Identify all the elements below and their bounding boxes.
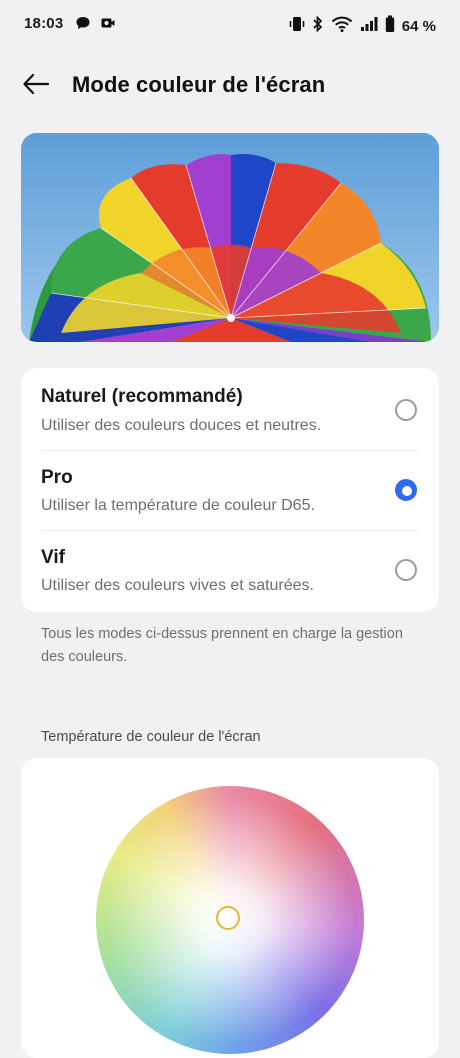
- battery-percent: 64 %: [401, 18, 436, 35]
- option-subtitle: Utiliser des couleurs douces et neutres.: [41, 417, 322, 434]
- back-button[interactable]: [16, 66, 56, 106]
- color-wheel-handle[interactable]: [216, 906, 240, 930]
- radio-vif[interactable]: [395, 559, 417, 581]
- color-mode-options: Naturel (recommandé) Utiliser des couleu…: [21, 368, 439, 612]
- status-time: 18:03: [24, 15, 64, 32]
- option-title: Vif: [41, 547, 65, 568]
- option-subtitle: Utiliser la température de couleur D65.: [41, 497, 315, 514]
- option-subtitle: Utiliser des couleurs vives et saturées.: [41, 577, 314, 594]
- radio-naturel[interactable]: [395, 399, 417, 421]
- color-wheel[interactable]: [96, 786, 364, 1054]
- vibrate-icon: [289, 15, 305, 38]
- preview-image: [21, 133, 439, 342]
- parachute-illustration: [21, 133, 439, 342]
- chat-bubble-icon: [75, 15, 91, 36]
- bluetooth-icon: [312, 15, 324, 38]
- radio-pro[interactable]: [395, 479, 417, 501]
- color-temperature-card: [21, 758, 439, 1058]
- option-vif[interactable]: Vif Utiliser des couleurs vives et satur…: [21, 530, 439, 610]
- option-pro[interactable]: Pro Utiliser la température de couleur D…: [21, 450, 439, 530]
- top-app-bar: Mode couleur de l'écran: [0, 62, 460, 108]
- option-naturel[interactable]: Naturel (recommandé) Utiliser des couleu…: [21, 368, 439, 448]
- page-title: Mode couleur de l'écran: [72, 72, 326, 97]
- video-recorder-icon: [100, 15, 116, 36]
- status-bar: 18:03 64 %: [0, 0, 460, 50]
- battery-icon: [385, 15, 395, 38]
- footnote: Tous les modes ci-dessus prennent en cha…: [41, 626, 403, 665]
- arrow-left-icon: [22, 73, 50, 100]
- wifi-icon: [331, 15, 353, 38]
- signal-icon: [360, 16, 378, 37]
- option-title: Naturel (recommandé): [41, 386, 243, 407]
- option-title: Pro: [41, 467, 73, 488]
- section-title: Température de couleur de l'écran: [41, 729, 261, 745]
